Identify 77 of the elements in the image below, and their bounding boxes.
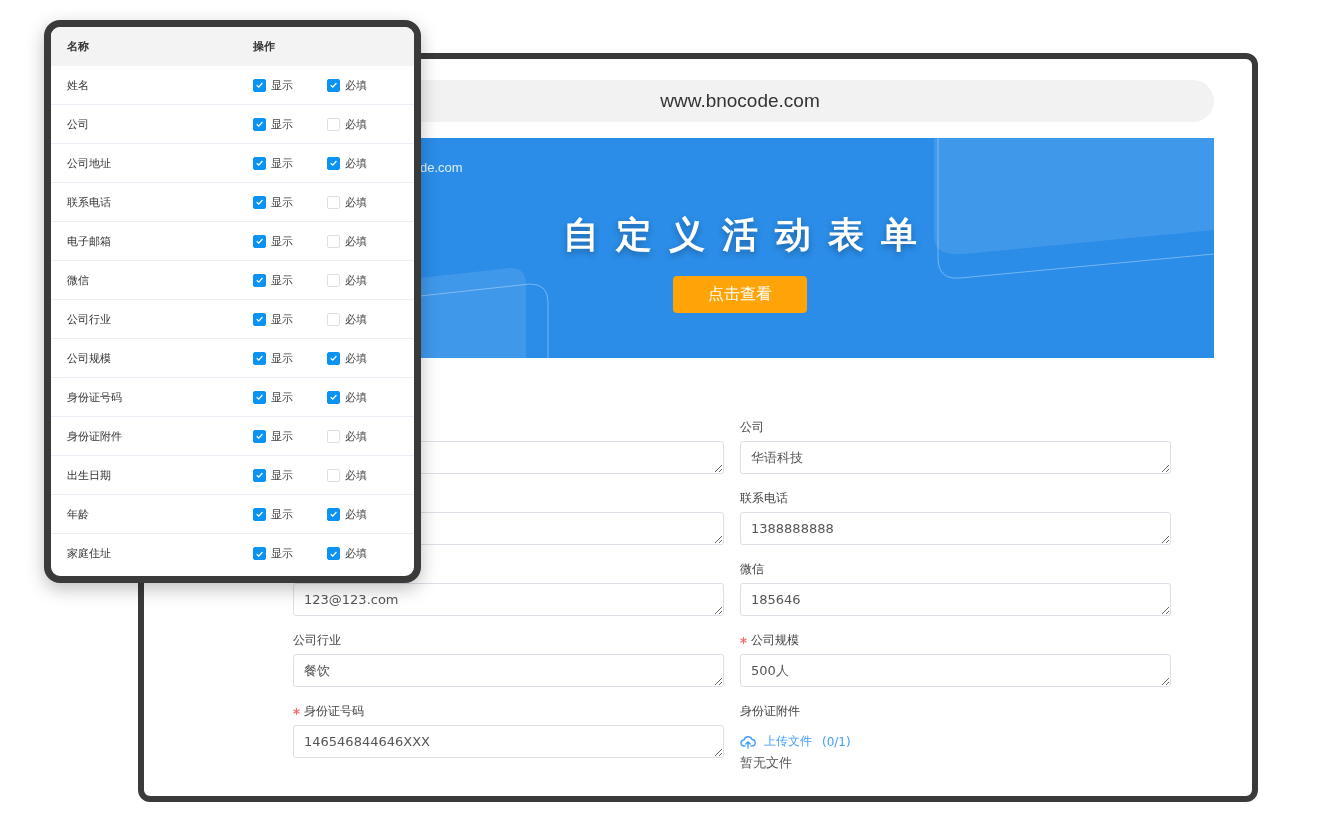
field-name: 身份证号码 [66, 389, 123, 405]
text-field[interactable]: 华语科技 [740, 441, 1171, 474]
checkbox-label: 显示 [271, 350, 293, 366]
field-name: 微信 [66, 272, 90, 288]
checkbox-label: 必填 [345, 194, 367, 210]
banner-title: 自定义活动表单 [563, 213, 934, 257]
checkbox-label: 必填 [345, 311, 367, 327]
checkbox-label: 显示 [271, 155, 293, 171]
field-name: 姓名 [66, 77, 90, 93]
field-label: 微信 [740, 560, 764, 578]
text-field[interactable]: 500人 [740, 654, 1171, 687]
checkbox-label: 必填 [345, 350, 367, 366]
checkbox[interactable] [327, 351, 340, 365]
checkbox[interactable] [253, 351, 266, 365]
checkbox[interactable] [327, 390, 340, 404]
field-name: 出生日期 [66, 467, 112, 483]
checkbox[interactable] [253, 390, 266, 404]
checkbox-label: 显示 [271, 233, 293, 249]
banner-domain-text: de.com [420, 160, 463, 175]
checkbox[interactable] [253, 507, 266, 521]
checkbox-label: 显示 [271, 546, 293, 561]
field-name: 联系电话 [66, 194, 112, 210]
text-field[interactable]: 146546844646XXX [293, 725, 724, 758]
field-name: 公司规模 [66, 350, 112, 366]
checkbox[interactable] [253, 78, 266, 92]
file-count: (0/1) [822, 734, 851, 749]
checkbox[interactable] [253, 273, 266, 287]
checkbox[interactable] [253, 156, 266, 170]
checkbox[interactable] [327, 507, 340, 521]
checkbox-label: 必填 [345, 155, 367, 171]
cloud-upload-icon [740, 734, 756, 749]
checkbox[interactable] [253, 117, 266, 131]
checkbox[interactable] [253, 429, 266, 443]
text-field[interactable]: 185646 [740, 583, 1171, 616]
checkbox-label: 必填 [345, 506, 367, 522]
field-label: 公司规模 [751, 631, 799, 649]
field-name: 年龄 [66, 506, 90, 522]
text-field[interactable]: 123@123.com [293, 583, 724, 616]
checkbox-label: 显示 [271, 506, 293, 522]
field-label: 联系电话 [740, 489, 788, 507]
checkbox-label: 必填 [345, 546, 367, 561]
checkbox[interactable] [253, 468, 266, 482]
checkbox-label: 显示 [271, 428, 293, 444]
field-name: 公司地址 [66, 155, 112, 171]
checkbox-label: 必填 [345, 77, 367, 93]
checkbox-label: 显示 [271, 389, 293, 405]
checkbox[interactable] [253, 312, 266, 326]
checkbox-label: 必填 [345, 233, 367, 249]
checkbox-label: 显示 [271, 194, 293, 210]
checkbox[interactable] [327, 547, 340, 560]
checkbox-label: 显示 [271, 311, 293, 327]
checkbox[interactable] [327, 156, 340, 170]
checkbox-label: 显示 [271, 272, 293, 288]
text-field[interactable]: 1388888888 [740, 512, 1171, 545]
checkbox-label: 必填 [345, 467, 367, 483]
checkbox[interactable] [253, 234, 266, 248]
field-label: 公司行业 [293, 631, 341, 649]
checkbox-label: 显示 [271, 467, 293, 483]
checkbox[interactable] [327, 78, 340, 92]
checkbox[interactable] [253, 195, 266, 209]
column-header: 名称 [66, 39, 90, 54]
checkbox-label: 必填 [345, 389, 367, 405]
checkbox[interactable] [253, 547, 266, 560]
field-name: 电子邮箱 [66, 233, 112, 249]
field-label: 公司 [740, 418, 764, 436]
checkbox-label: 必填 [345, 272, 367, 288]
field-name: 身份证附件 [66, 428, 123, 444]
text-field[interactable]: 餐饮 [293, 654, 724, 687]
field-name: 公司 [66, 116, 90, 132]
field-name: 家庭住址 [66, 546, 112, 561]
field-label: 身份证号码 [304, 702, 364, 720]
column-header: 操作 [253, 39, 275, 54]
field-name: 公司行业 [66, 311, 112, 327]
empty-file-text: 暂无文件 [740, 754, 793, 772]
field-label: 身份证附件 [740, 702, 800, 720]
checkbox-label: 显示 [271, 77, 293, 93]
checkbox-label: 必填 [345, 428, 367, 444]
